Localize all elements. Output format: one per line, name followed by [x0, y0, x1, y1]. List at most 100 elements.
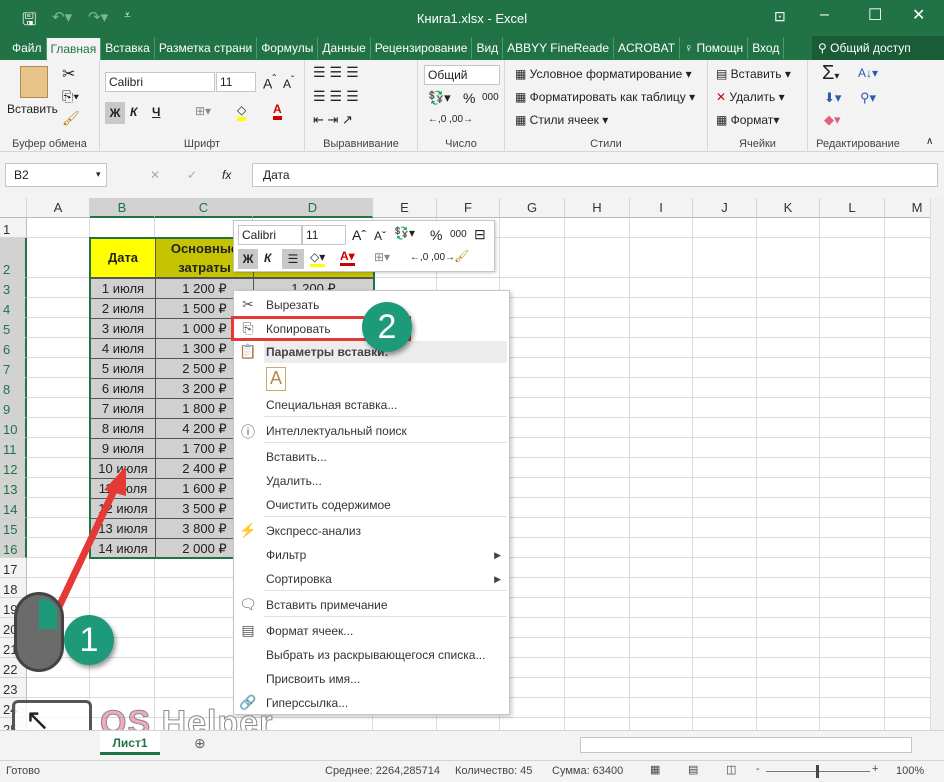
percent-button[interactable]: %: [463, 90, 475, 106]
menu-item-0[interactable]: Вырезать: [266, 298, 319, 312]
menu-item-10[interactable]: Сортировка: [266, 572, 332, 586]
date-cell[interactable]: 8 июля: [90, 418, 156, 439]
select-all-corner[interactable]: [0, 198, 27, 218]
ribbon-display-icon[interactable]: ⊡: [774, 8, 786, 25]
mini-merge-icon[interactable]: ⊟: [474, 226, 486, 243]
menu-item-11[interactable]: Вставить примечание: [266, 598, 388, 612]
page-break-icon[interactable]: ◫: [726, 763, 736, 776]
mini-currency-icon[interactable]: 💱▾: [394, 226, 415, 240]
column-header-F[interactable]: F: [437, 198, 500, 218]
column-header-D[interactable]: D: [253, 198, 373, 218]
shrink-font-icon[interactable]: Aˇ: [283, 75, 294, 91]
normal-view-icon[interactable]: ▦: [650, 763, 660, 776]
mini-font-color-icon[interactable]: A▾: [340, 249, 355, 266]
row-header-5[interactable]: 5: [0, 318, 27, 338]
maximize-button[interactable]: ☐: [868, 5, 882, 25]
menu-item-7[interactable]: Очистить содержимое: [266, 498, 391, 512]
row-header-23[interactable]: 23: [0, 678, 27, 698]
row-header-9[interactable]: 9: [0, 398, 27, 418]
zoom-in-button[interactable]: +: [872, 763, 878, 775]
column-header-A[interactable]: A: [27, 198, 90, 218]
column-header-E[interactable]: E: [373, 198, 437, 218]
tab-8[interactable]: ABBYY FineReade: [503, 37, 614, 59]
mini-percent-button[interactable]: %: [430, 227, 442, 243]
column-header-H[interactable]: H: [565, 198, 630, 218]
date-cell[interactable]: 5 июля: [90, 358, 156, 379]
menu-item-15[interactable]: Гиперссылка...: [266, 696, 348, 710]
sheet-tab-list1[interactable]: Лист1: [100, 731, 160, 755]
bold-button[interactable]: Ж: [105, 102, 125, 124]
tab-1[interactable]: Главная: [46, 38, 102, 60]
tab-0[interactable]: Файл: [8, 37, 47, 59]
row-header-1[interactable]: 1: [0, 218, 27, 238]
italic-button[interactable]: К: [130, 105, 137, 119]
tab-11[interactable]: Вход: [748, 37, 785, 59]
clear-icon[interactable]: ◆▾: [824, 112, 841, 128]
number-format-select[interactable]: Общий: [424, 65, 500, 85]
copy-icon[interactable]: ⎘▾: [62, 88, 79, 105]
tab-10[interactable]: ♀ Помощн: [680, 37, 749, 59]
fill-icon[interactable]: ⬇▾: [824, 90, 841, 106]
column-header-B[interactable]: B: [90, 198, 155, 218]
enter-icon[interactable]: ✓: [187, 168, 197, 182]
row-header-7[interactable]: 7: [0, 358, 27, 378]
collapse-ribbon-icon[interactable]: ∧: [926, 136, 933, 147]
paste-icon[interactable]: [20, 66, 48, 98]
vertical-scrollbar[interactable]: [930, 198, 944, 730]
mini-decimal-icons[interactable]: ←,0 ,00→: [410, 252, 455, 263]
row-header-10[interactable]: 10: [0, 418, 27, 438]
format-as-table-button[interactable]: ▦ Форматировать как таблицу ▾: [515, 90, 695, 104]
tab-9[interactable]: ACROBAT: [614, 37, 681, 59]
date-cell[interactable]: 1 июля: [90, 278, 156, 299]
menu-item-6[interactable]: Удалить...: [266, 474, 322, 488]
minimize-button[interactable]: –: [820, 6, 829, 24]
autosum-icon[interactable]: Σ▾: [822, 62, 839, 85]
tab-5[interactable]: Данные: [318, 37, 371, 59]
tab-3[interactable]: Разметка страни: [155, 37, 258, 59]
horizontal-align-icons[interactable]: ☰☰☰: [313, 88, 363, 105]
date-cell[interactable]: 2 июля: [90, 298, 156, 319]
row-header-2[interactable]: 2: [0, 238, 27, 278]
column-header-C[interactable]: C: [155, 198, 253, 218]
cell-styles-button[interactable]: ▦ Стили ячеек ▾: [515, 113, 608, 127]
mini-shrink-font-icon[interactable]: Aˇ: [374, 229, 386, 243]
mini-grow-font-icon[interactable]: Aˆ: [352, 227, 366, 243]
add-sheet-icon[interactable]: ⊕: [194, 735, 206, 752]
date-cell[interactable]: 3 июля: [90, 318, 156, 339]
column-header-J[interactable]: J: [693, 198, 757, 218]
mini-center-icon[interactable]: ☰: [282, 249, 304, 269]
delete-cells-button[interactable]: ✕ Удалить ▾: [716, 90, 785, 104]
date-cell[interactable]: 4 июля: [90, 338, 156, 359]
date-cell[interactable]: 6 июля: [90, 378, 156, 399]
decimal-icons[interactable]: ←,0 ,00→: [428, 114, 473, 125]
date-cell[interactable]: 7 июля: [90, 398, 156, 419]
borders-icon[interactable]: ⊞▾: [195, 104, 211, 118]
column-header-M[interactable]: M: [885, 198, 930, 218]
find-icon[interactable]: ⚲▾: [860, 90, 876, 106]
column-header-I[interactable]: I: [630, 198, 693, 218]
insert-function-button[interactable]: fx: [222, 168, 231, 182]
row-header-6[interactable]: 6: [0, 338, 27, 358]
conditional-formatting-button[interactable]: ▦ Условное форматирование ▾: [515, 67, 692, 81]
formula-input[interactable]: Дата: [252, 163, 938, 187]
menu-item-8[interactable]: Экспресс-анализ: [266, 524, 361, 538]
mini-bold-button[interactable]: Ж: [238, 249, 258, 269]
mini-italic-button[interactable]: К: [264, 251, 271, 265]
column-header-K[interactable]: K: [757, 198, 820, 218]
tab-7[interactable]: Вид: [472, 37, 504, 59]
thousands-button[interactable]: 000: [482, 92, 499, 103]
cancel-icon[interactable]: ✕: [150, 168, 160, 182]
menu-item-4[interactable]: Интеллектуальный поиск: [266, 424, 407, 438]
paste-option-keep-text-icon[interactable]: A: [266, 367, 286, 391]
font-name-select[interactable]: Calibri: [105, 72, 215, 92]
menu-item-9[interactable]: Фильтр: [266, 548, 306, 562]
horizontal-scrollbar[interactable]: [580, 737, 912, 753]
tab-6[interactable]: Рецензирование: [371, 37, 473, 59]
sort-filter-icon[interactable]: A↓▾: [858, 66, 878, 80]
mini-thousands-button[interactable]: 000: [450, 229, 467, 240]
mini-format-painter-icon[interactable]: 🖌: [454, 249, 469, 263]
column-header-L[interactable]: L: [820, 198, 885, 218]
name-box[interactable]: B2: [5, 163, 107, 187]
paste-button[interactable]: Вставить: [7, 102, 58, 116]
menu-item-3[interactable]: Специальная вставка...: [266, 398, 397, 412]
